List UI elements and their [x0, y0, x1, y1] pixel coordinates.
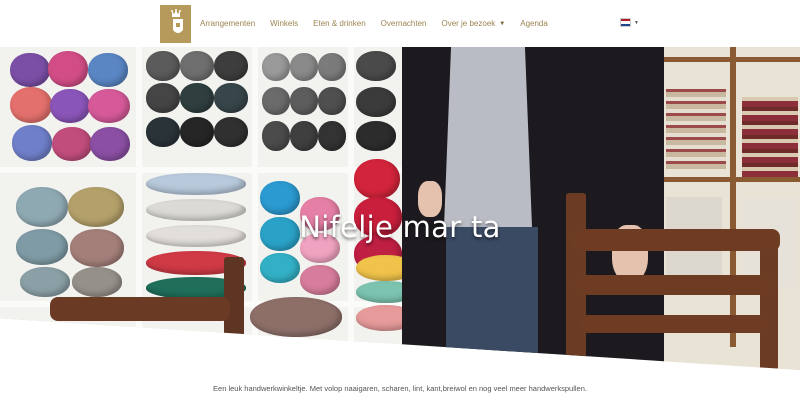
intro-text: Een leuk handwerkwinkeltje. Met volop na… — [213, 384, 587, 393]
nav-item-agenda[interactable]: Agenda — [520, 16, 548, 32]
language-selector[interactable]: ▼ — [620, 18, 639, 27]
nav-item-label: Arrangementen — [200, 19, 256, 28]
nav-item-label: Overnachten — [380, 19, 427, 28]
nav-item-overnachten[interactable]: Overnachten — [381, 16, 427, 32]
nav-item-label: Over je bezoek — [441, 19, 496, 28]
castle-crest-icon — [160, 5, 191, 43]
nav-item-label: Eten & drinken — [313, 19, 366, 28]
site-header: Arrangementen Winkels Eten & drinken Ove… — [0, 0, 800, 47]
nav-item-arrangementen[interactable]: Arrangementen — [200, 16, 255, 32]
hero-banner: Nifelje mar ta — [0, 47, 800, 370]
site-logo[interactable] — [160, 5, 191, 43]
nav-item-eten-drinken[interactable]: Eten & drinken — [313, 16, 365, 32]
nav-item-label: Winkels — [270, 19, 299, 28]
hero-title: Nifelje mar ta — [299, 210, 501, 245]
nav-item-winkels[interactable]: Winkels — [270, 16, 298, 32]
main-navigation: Arrangementen Winkels Eten & drinken Ove… — [200, 16, 548, 32]
chevron-down-icon: ▼ — [499, 21, 506, 27]
nav-item-label: Agenda — [520, 19, 548, 28]
dutch-flag-icon — [620, 18, 631, 27]
chevron-down-icon: ▼ — [634, 19, 639, 26]
nav-item-over-je-bezoek[interactable]: Over je bezoek ▼ — [441, 16, 505, 32]
